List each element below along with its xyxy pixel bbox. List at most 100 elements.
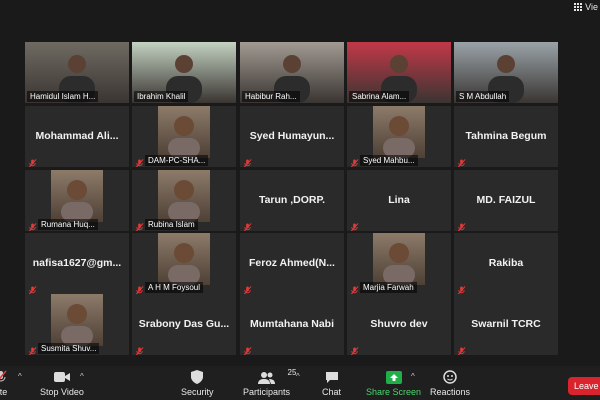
participant-name-label: Syed Mahbu... [360,155,418,166]
participant-name-label: A H M Foysoul [145,282,204,293]
participant-photo [51,170,103,222]
participants-options-caret-icon[interactable]: ^ [296,372,300,381]
participant-name: Tahmina Begum [465,130,547,142]
microphone-muted-icon [243,282,252,294]
stop-video-label: Stop Video [40,387,84,397]
microphone-muted-icon [457,343,466,355]
security-label: Security [181,387,214,397]
camera-icon [53,370,70,384]
participant-name-label: S M Abdullah [456,91,510,102]
meeting-toolbar: ute ^ Stop Video ^ Security 25 Participa… [0,366,600,400]
participant-tile[interactable]: Mumtahana Nabi [240,294,344,355]
participant-name-label: Rumana Huq... [38,219,98,230]
participant-name-label: DAM-PC-SHA... [145,155,209,166]
participant-name-label: Ibrahim Khalil [134,91,189,102]
participant-tile[interactable]: Shuvro dev [347,294,451,355]
participant-tile[interactable]: Rumana Huq... [25,170,129,231]
participant-name: Lina [388,194,410,206]
microphone-muted-icon [350,282,359,294]
participant-photo [158,233,210,285]
microphone-muted-icon [243,343,252,355]
stop-video-button[interactable]: Stop Video [40,370,84,397]
participant-photo [158,106,210,158]
microphone-muted-icon [28,219,37,231]
shield-icon [191,370,204,384]
participant-tile[interactable]: Syed Mahbu... [347,106,451,167]
microphone-muted-icon [350,219,359,231]
participant-tile[interactable]: Marjia Farwah [347,233,451,294]
participant-tile[interactable]: Sabrina Alam... [347,42,451,103]
participant-photo [373,233,425,285]
participant-name: Rakiba [488,257,524,269]
participant-tile[interactable]: Swarnil TCRC [454,294,558,355]
microphone-muted-icon [350,155,359,167]
microphone-muted-icon [0,370,8,384]
participant-tile[interactable]: Ibrahim Khalil [132,42,236,103]
participant-tile[interactable]: Feroz Ahmed(N... [240,233,344,294]
mute-label: ute [0,387,8,397]
participant-tile[interactable]: DAM-PC-SHA... [132,106,236,167]
participant-tile[interactable]: Susmita Shuv... [25,294,129,355]
participant-name: Syed Humayun... [249,130,335,142]
leave-label: Leave [574,381,599,391]
smiley-plus-icon [443,370,457,384]
participant-tile[interactable]: Mohammad Ali... [25,106,129,167]
participant-tile[interactable]: Habibur Rah... [240,42,344,103]
reactions-button[interactable]: Reactions [430,370,470,397]
microphone-muted-icon [243,155,252,167]
participant-tile[interactable]: nafisa1627@gm... [25,233,129,294]
share-options-caret-icon[interactable]: ^ [411,372,415,381]
microphone-muted-icon [28,155,37,167]
participant-tile[interactable]: Srabony Das Gu... [132,294,236,355]
participant-tile[interactable]: A H M Foysoul [132,233,236,294]
microphone-muted-icon [135,155,144,167]
participant-tile[interactable]: Rakiba [454,233,558,294]
participant-name: Swarnil TCRC [471,318,541,330]
view-button-label: Vie [585,2,598,12]
chat-button[interactable]: Chat [322,370,341,397]
mute-button[interactable]: ute [0,370,8,397]
share-screen-label: Share Screen [366,387,422,397]
participant-name: Mumtahana Nabi [249,318,334,330]
participant-tile[interactable]: Rubina Islam [132,170,236,231]
microphone-muted-icon [457,219,466,231]
microphone-muted-icon [135,219,144,231]
participant-tile[interactable]: Syed Humayun... [240,106,344,167]
participant-photo [158,170,210,222]
participant-name: Shuvro dev [370,318,428,330]
video-options-caret-icon[interactable]: ^ [80,372,84,381]
top-bar: Vie [0,0,600,40]
participant-tile[interactable]: S M Abdullah [454,42,558,103]
participants-button[interactable]: 25 Participants [243,368,296,397]
participant-name-label: Rubina Islam [145,219,198,230]
microphone-muted-icon [457,282,466,294]
chat-label: Chat [322,387,342,397]
microphone-muted-icon [243,219,252,231]
people-icon: 25 [257,368,296,384]
grid-view-icon [574,3,583,11]
participant-name-label: Sabrina Alam... [349,91,410,102]
participant-tile[interactable]: Lina [347,170,451,231]
participant-tile[interactable]: Hamidul Islam H... [25,42,129,103]
view-button[interactable]: Vie [574,0,600,14]
mute-options-caret-icon[interactable]: ^ [18,372,22,381]
participant-photo [373,106,425,158]
participant-name: Mohammad Ali... [35,130,119,142]
participant-tile[interactable]: MD. FAIZUL [454,170,558,231]
reactions-label: Reactions [430,387,471,397]
participant-tile[interactable]: Tahmina Begum [454,106,558,167]
participant-photo [51,294,103,346]
participant-name-label: Susmita Shuv... [38,343,100,354]
participant-name-label: Marjia Farwah [360,282,417,293]
microphone-muted-icon [457,155,466,167]
microphone-muted-icon [135,282,144,294]
participant-tile[interactable]: Tarun ,DORP. [240,170,344,231]
participant-name: Tarun ,DORP. [258,194,326,206]
security-button[interactable]: Security [181,370,214,397]
participant-name: Feroz Ahmed(N... [249,257,335,269]
leave-button[interactable]: Leave [568,377,600,395]
participant-name: Srabony Das Gu... [138,318,230,330]
microphone-muted-icon [350,343,359,355]
participants-label: Participants [243,387,291,397]
participant-name-label: Hamidul Islam H... [27,91,99,102]
